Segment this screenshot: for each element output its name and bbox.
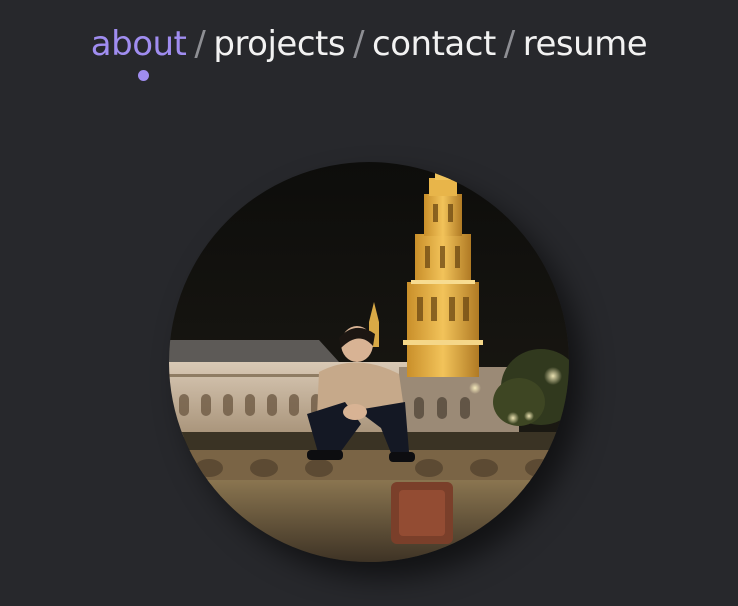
nav-link-about-label: about bbox=[90, 24, 187, 64]
nav-separator: / bbox=[194, 24, 206, 64]
nav-link-contact[interactable]: contact bbox=[372, 22, 496, 66]
profile-photo-frame bbox=[169, 162, 569, 562]
nav-link-contact-label: contact bbox=[372, 24, 496, 64]
nav-link-resume[interactable]: resume bbox=[522, 22, 648, 66]
active-indicator-dot bbox=[137, 70, 149, 81]
main-nav: about / projects / contact / resume bbox=[0, 22, 738, 81]
nav-link-projects[interactable]: projects bbox=[213, 22, 345, 66]
nav-link-about[interactable]: about bbox=[90, 22, 187, 81]
profile-photo bbox=[169, 162, 569, 562]
nav-separator: / bbox=[353, 24, 365, 64]
nav-link-projects-label: projects bbox=[213, 24, 346, 64]
nav-link-resume-label: resume bbox=[522, 24, 648, 64]
nav-separator: / bbox=[503, 24, 515, 64]
